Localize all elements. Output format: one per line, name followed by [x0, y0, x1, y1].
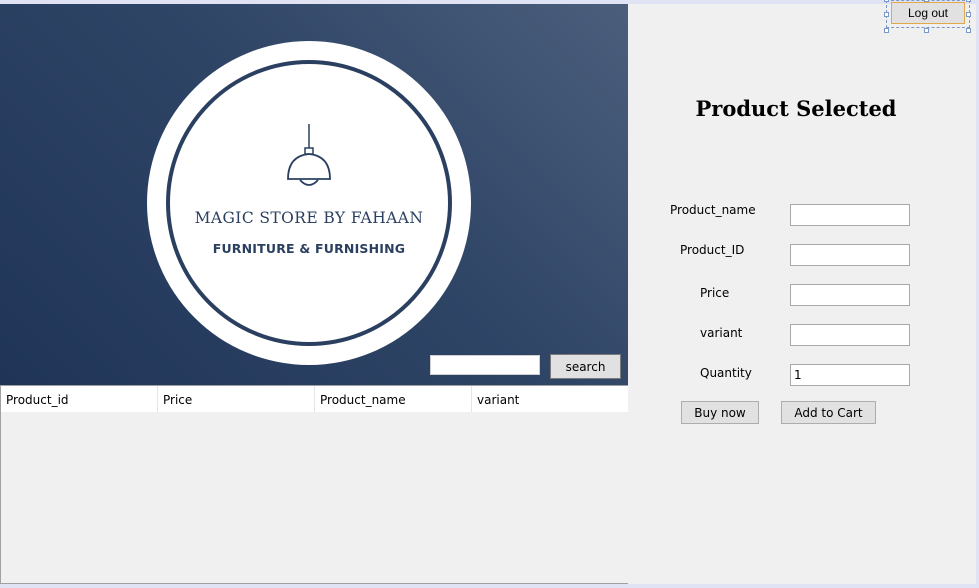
table-header: Product_id Price Product_name variant [1, 386, 629, 413]
search-button[interactable]: search [550, 354, 621, 379]
quantity-field[interactable] [790, 364, 910, 386]
resize-handle[interactable] [884, 28, 889, 33]
variant-field[interactable] [790, 324, 910, 346]
logout-button[interactable]: Log out [891, 2, 965, 24]
panel-title: Product Selected [695, 96, 897, 121]
product-table[interactable]: Product_id Price Product_name variant [0, 385, 630, 584]
resize-handle[interactable] [966, 28, 971, 33]
resize-handle[interactable] [884, 0, 889, 2]
product-name-label: Product_name [670, 203, 756, 217]
store-tagline: FURNITURE & FURNISHING [212, 241, 406, 256]
pendant-lamp-icon [287, 124, 331, 186]
product-name-field[interactable] [790, 204, 910, 226]
resize-handle[interactable] [966, 12, 971, 17]
resize-handle[interactable] [966, 0, 971, 2]
column-header-product-name[interactable]: Product_name [315, 386, 472, 412]
store-banner: MAGIC STORE BY FAHAAN FURNITURE & FURNIS… [0, 4, 628, 385]
resize-handle[interactable] [884, 12, 889, 17]
add-to-cart-button[interactable]: Add to Cart [781, 401, 876, 424]
search-input[interactable] [430, 355, 540, 375]
column-header-product-id[interactable]: Product_id [1, 386, 158, 412]
price-field[interactable] [790, 284, 910, 306]
buy-now-button[interactable]: Buy now [681, 401, 759, 424]
column-header-variant[interactable]: variant [472, 386, 629, 412]
store-name: MAGIC STORE BY FAHAAN [194, 209, 424, 227]
price-label: Price [700, 286, 730, 300]
product-id-field[interactable] [790, 244, 910, 266]
logo-ring [166, 60, 452, 346]
variant-label: variant [700, 326, 743, 340]
resize-handle[interactable] [924, 28, 929, 33]
product-id-label: Product_ID [680, 243, 745, 257]
quantity-label: Quantity [700, 366, 752, 380]
column-header-price[interactable]: Price [158, 386, 315, 412]
